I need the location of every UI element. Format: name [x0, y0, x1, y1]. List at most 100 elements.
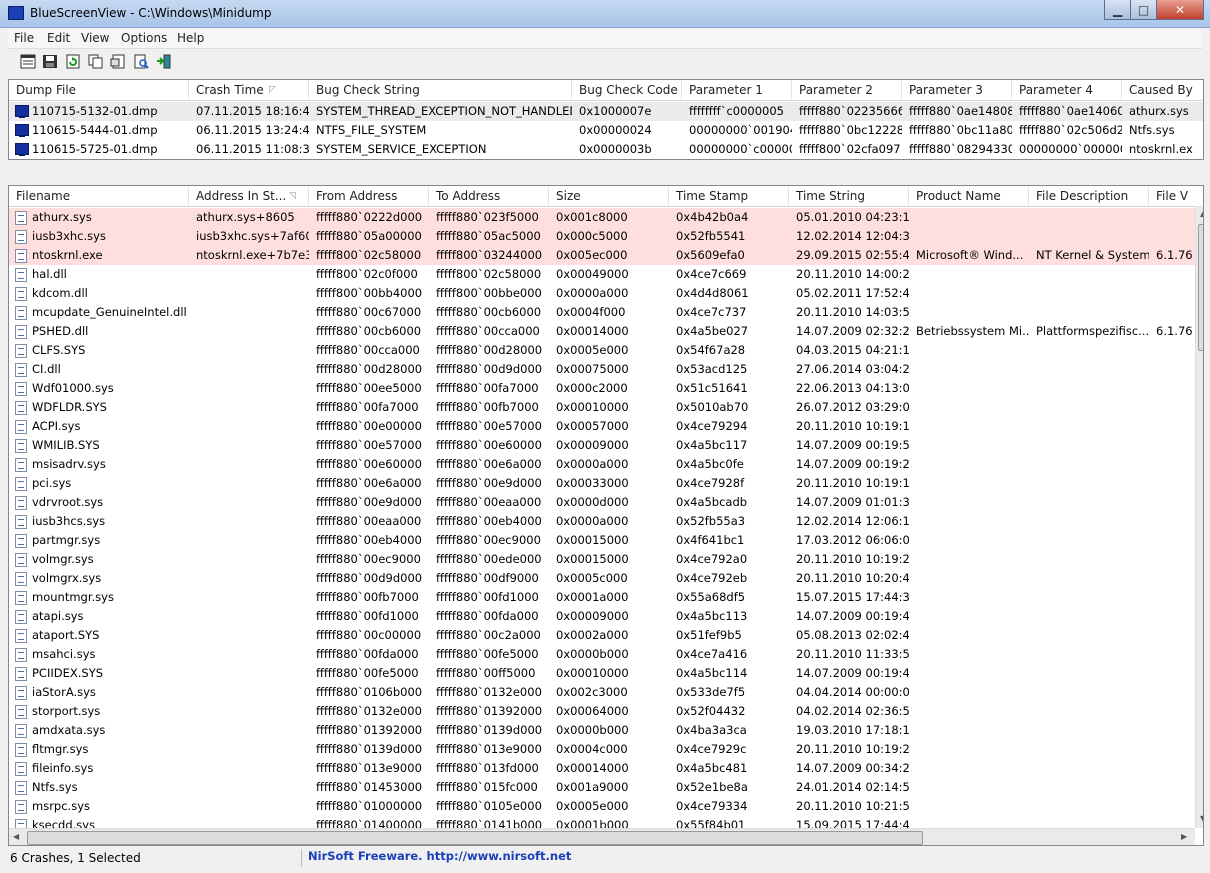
module-row[interactable]: msrpc.sys fffff880`01000000 fffff880`0105e… — [9, 797, 1195, 816]
col-product-name[interactable]: Product Name — [909, 186, 1029, 206]
module-row[interactable]: PSHED.dll fffff880`00cb6000 fffff880`00cca… — [9, 322, 1195, 341]
col-address-in-stack[interactable]: Address In St... ◹ — [189, 186, 309, 206]
menu-edit[interactable]: Edit — [47, 31, 70, 45]
html-report-icon[interactable] — [110, 54, 126, 69]
crash-row[interactable]: 110715-5132-01.dmp 07.11.2015 18:16:45 SYS… — [9, 102, 1203, 121]
col-bug-check-string[interactable]: Bug Check String — [309, 80, 572, 100]
module-row[interactable]: volmgrx.sys fffff880`00d9d000 fffff880`00d… — [9, 569, 1195, 588]
module-cell: 0x52fb5541 — [676, 229, 746, 243]
vertical-scrollbar[interactable]: ▲ ▼ — [1195, 206, 1203, 828]
splitter[interactable] — [8, 162, 1202, 182]
minimize-button[interactable]: ▁ — [1104, 0, 1131, 20]
module-row[interactable]: msahci.sys fffff880`00fda000 fffff880`00fe… — [9, 645, 1195, 664]
scroll-up-icon[interactable]: ▲ — [1200, 209, 1203, 218]
col-filename[interactable]: Filename — [9, 186, 189, 206]
nirsoft-link[interactable]: NirSoft Freeware. http://www.nirsoft.net — [308, 849, 571, 863]
close-button[interactable]: ✕ — [1156, 0, 1204, 20]
find-icon[interactable] — [133, 54, 149, 69]
module-row[interactable]: mountmgr.sys fffff880`00fb7000 fffff880`00… — [9, 588, 1195, 607]
module-row[interactable]: CI.dll fffff880`00d28000 fffff880`00d9d000… — [9, 360, 1195, 379]
module-cell: fffff800`00bbe000 — [436, 286, 542, 300]
module-row[interactable]: fileinfo.sys fffff880`013e9000 fffff880`01… — [9, 759, 1195, 778]
col-dump-file[interactable]: Dump File — [9, 80, 189, 100]
module-row[interactable]: CLFS.SYS fffff880`00cca000 fffff880`00d280… — [9, 341, 1195, 360]
module-row[interactable]: atapi.sys fffff880`00fd1000 fffff880`00fda… — [9, 607, 1195, 626]
crash-row[interactable]: 110615-5725-01.dmp 06.11.2015 11:08:33 SYS… — [9, 140, 1203, 159]
col-caused-by[interactable]: Caused By — [1122, 80, 1203, 100]
col-time-string[interactable]: Time String — [789, 186, 909, 206]
module-row[interactable]: amdxata.sys fffff880`01392000 fffff880`013… — [9, 721, 1195, 740]
module-cell: 0x005ec000 — [556, 248, 628, 262]
crash-cell: fffff880`0ae14060 — [1019, 104, 1122, 118]
module-row[interactable]: fltmgr.sys fffff880`0139d000 fffff880`013e… — [9, 740, 1195, 759]
module-cell — [1029, 208, 1149, 227]
module-cell: iusb3xhc.sys+7af60 — [196, 229, 309, 243]
module-cell: athurx.sys+8605 — [196, 210, 295, 224]
scroll-left-icon[interactable]: ◀ — [13, 832, 19, 841]
col-parameter-3[interactable]: Parameter 3 — [902, 80, 1012, 100]
crash-cell: ffffffff`c0000005 — [689, 104, 784, 118]
col-file-version[interactable]: File V — [1149, 186, 1203, 206]
save-icon[interactable] — [42, 54, 58, 69]
crash-list[interactable]: Dump File Crash Time ◸ Bug Check String B… — [8, 79, 1204, 160]
module-row[interactable]: partmgr.sys fffff880`00eb4000 fffff880`00e… — [9, 531, 1195, 550]
module-row[interactable]: PCIIDEX.SYS fffff880`00fe5000 fffff880`00f… — [9, 664, 1195, 683]
menu-options[interactable]: Options — [121, 31, 167, 45]
col-from-address[interactable]: From Address — [309, 186, 429, 206]
module-cell — [189, 512, 309, 531]
col-file-description[interactable]: File Description — [1029, 186, 1149, 206]
module-row[interactable]: WDFLDR.SYS fffff880`00fa7000 fffff880`00fb… — [9, 398, 1195, 417]
module-row[interactable]: mcupdate_GenuineIntel.dll fffff880`00c670… — [9, 303, 1195, 322]
module-cell — [1029, 740, 1149, 759]
module-cell: volmgr.sys — [32, 552, 94, 566]
copy-icon[interactable] — [88, 54, 104, 69]
col-size[interactable]: Size — [549, 186, 669, 206]
col-parameter-1[interactable]: Parameter 1 — [682, 80, 792, 100]
module-row[interactable]: ataport.SYS fffff880`00c00000 fffff880`00c… — [9, 626, 1195, 645]
menu-help[interactable]: Help — [177, 31, 204, 45]
module-row[interactable]: WMILIB.SYS fffff880`00e57000 fffff880`00e6… — [9, 436, 1195, 455]
vertical-scroll-thumb[interactable] — [1198, 224, 1203, 351]
module-row[interactable]: volmgr.sys fffff880`00ec9000 fffff880`00ed… — [9, 550, 1195, 569]
module-cell: 0x4ce7a416 — [676, 647, 748, 661]
module-row[interactable]: kdcom.dll fffff800`00bb4000 fffff800`00bbe… — [9, 284, 1195, 303]
module-row[interactable]: Ntfs.sys fffff880`01453000 fffff880`015fc0… — [9, 778, 1195, 797]
scroll-right-icon[interactable]: ▶ — [1181, 832, 1187, 841]
menu-view[interactable]: View — [81, 31, 109, 45]
module-row[interactable]: ntoskrnl.exe ntoskrnl.exe+7b7e3 fffff800`0… — [9, 246, 1195, 265]
module-list[interactable]: Filename Address In St... ◹ From Address … — [8, 185, 1204, 846]
col-to-address[interactable]: To Address — [429, 186, 549, 206]
module-cell: 12.02.2014 12:06:11 — [796, 514, 909, 528]
col-parameter-2[interactable]: Parameter 2 — [792, 80, 902, 100]
module-cell: 20.11.2010 14:00:25 — [796, 267, 909, 281]
col-crash-time[interactable]: Crash Time ◸ — [189, 80, 309, 100]
maximize-button[interactable]: □ — [1130, 0, 1157, 20]
module-row[interactable]: storport.sys fffff880`0132e000 fffff880`01… — [9, 702, 1195, 721]
module-cell — [909, 265, 1029, 284]
module-row[interactable]: pci.sys fffff880`00e6a000 fffff880`00e9d00… — [9, 474, 1195, 493]
module-row[interactable]: iusb3hcs.sys fffff880`00eaa000 fffff880`00… — [9, 512, 1195, 531]
col-parameter-4[interactable]: Parameter 4 — [1012, 80, 1122, 100]
module-row[interactable]: vdrvroot.sys fffff880`00e9d000 fffff880`00… — [9, 493, 1195, 512]
horizontal-scrollbar[interactable]: ◀ ▶ — [9, 828, 1195, 845]
module-cell: 0x4ce7929c — [676, 742, 747, 756]
scroll-down-icon[interactable]: ▼ — [1200, 814, 1203, 823]
exit-icon[interactable] — [156, 54, 172, 69]
module-row[interactable]: Wdf01000.sys fffff880`00ee5000 fffff880`00… — [9, 379, 1195, 398]
module-row[interactable]: ACPI.sys fffff880`00e00000 fffff880`00e570… — [9, 417, 1195, 436]
properties-icon[interactable] — [20, 54, 36, 69]
module-row[interactable]: iusb3xhc.sys iusb3xhc.sys+7af60 fffff880`0… — [9, 227, 1195, 246]
module-row[interactable]: msisadrv.sys fffff880`00e60000 fffff880`00… — [9, 455, 1195, 474]
module-row[interactable]: athurx.sys athurx.sys+8605 fffff880`0222d0… — [9, 208, 1195, 227]
crash-cell: SYSTEM_SERVICE_EXCEPTION — [316, 142, 487, 156]
module-cell: 0x5010ab70 — [676, 400, 749, 414]
col-time-stamp[interactable]: Time Stamp — [669, 186, 789, 206]
refresh-icon[interactable] — [65, 54, 81, 69]
col-bug-check-code[interactable]: Bug Check Code — [572, 80, 682, 100]
module-cell — [189, 721, 309, 740]
module-row[interactable]: iaStorA.sys fffff880`0106b000 fffff880`013… — [9, 683, 1195, 702]
module-row[interactable]: hal.dll fffff800`02c0f000 fffff800`02c5800… — [9, 265, 1195, 284]
menu-file[interactable]: File — [14, 31, 34, 45]
crash-row[interactable]: 110615-5444-01.dmp 06.11.2015 13:24:41 NTF… — [9, 121, 1203, 140]
horizontal-scroll-thumb[interactable] — [27, 831, 923, 845]
